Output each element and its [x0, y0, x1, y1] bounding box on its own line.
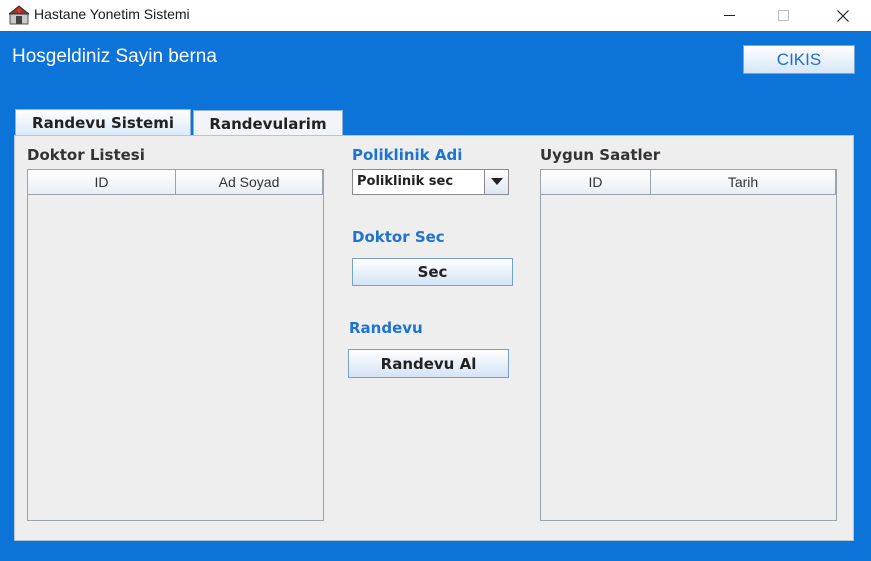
- app-icon: [7, 5, 31, 25]
- doctor-table-header-name[interactable]: Ad Soyad: [176, 170, 323, 195]
- clinic-select[interactable]: Poliklinik sec: [352, 169, 509, 195]
- chevron-down-icon[interactable]: [484, 170, 508, 194]
- maximize-icon: [778, 9, 789, 21]
- hours-table-header-id[interactable]: ID: [541, 170, 651, 195]
- maximize-button[interactable]: [761, 0, 807, 31]
- hours-table-header-date[interactable]: Tarih: [651, 170, 836, 195]
- minimize-button[interactable]: [707, 0, 753, 31]
- welcome-text: Hosgeldiniz Sayin berna: [12, 46, 217, 67]
- close-icon: [837, 9, 849, 22]
- clinic-select-value: Poliklinik sec: [357, 174, 454, 189]
- minimize-icon: [724, 14, 735, 16]
- appointment-label: Randevu: [349, 319, 423, 337]
- doctor-select-label: Doktor Sec: [352, 228, 445, 246]
- tab-randevu-sistemi[interactable]: Randevu Sistemi: [15, 109, 191, 135]
- tab-randevularim[interactable]: Randevularim: [193, 110, 343, 136]
- title-bar: Hastane Yonetim Sistemi: [0, 0, 871, 31]
- available-hours-table[interactable]: ID Tarih: [540, 169, 837, 521]
- available-hours-title: Uygun Saatler: [540, 146, 661, 164]
- doctor-list-title: Doktor Listesi: [27, 146, 145, 164]
- clinic-label: Poliklinik Adi: [352, 146, 463, 164]
- doctor-table-header-id[interactable]: ID: [28, 170, 176, 195]
- close-button[interactable]: [820, 0, 866, 31]
- exit-button[interactable]: CIKIS: [743, 45, 855, 74]
- window-title: Hastane Yonetim Sistemi: [34, 6, 190, 22]
- doctor-table[interactable]: ID Ad Soyad: [27, 169, 324, 521]
- select-doctor-button[interactable]: Sec: [352, 258, 513, 286]
- make-appointment-button[interactable]: Randevu Al: [348, 349, 509, 378]
